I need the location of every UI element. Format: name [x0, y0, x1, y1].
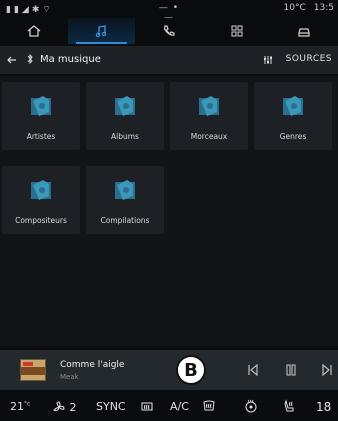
- folder-icon: [31, 180, 51, 200]
- music-category-grid: Artistes Albums Morceaux Genres Composit…: [0, 76, 338, 346]
- signal-icon: ▮: [6, 4, 11, 15]
- status-icons: ▮ ▮ ◢ ✱ ⌔: [6, 4, 51, 16]
- album-cover: [20, 359, 46, 381]
- sync-button[interactable]: SYNC: [96, 400, 126, 413]
- now-playing-bar[interactable]: Comme l'aigle Meak B: [0, 350, 338, 390]
- phone-icon: [163, 25, 175, 36]
- callout-marker: B: [176, 355, 206, 385]
- bluetooth-icon: ✱: [31, 4, 40, 15]
- next-track-icon[interactable]: [320, 363, 334, 377]
- fan-icon: [53, 401, 65, 412]
- fan-speed[interactable]: 2: [52, 400, 77, 414]
- lock-icon: ▮: [13, 4, 19, 15]
- apps-grid-icon: [231, 25, 243, 37]
- wifi-icon: ⌔: [42, 5, 51, 15]
- bluetooth-source-icon: [27, 53, 33, 65]
- seat-heat-icon[interactable]: [282, 399, 296, 413]
- sources-button[interactable]: SOURCES: [286, 54, 332, 64]
- car-icon: [298, 28, 310, 37]
- tab-vehicle[interactable]: [270, 18, 338, 44]
- tab-home[interactable]: [0, 18, 68, 44]
- front-defrost-icon[interactable]: [202, 399, 216, 413]
- ac-button[interactable]: A/C: [170, 400, 189, 413]
- previous-track-icon[interactable]: [246, 363, 260, 377]
- category-label: Albums: [111, 132, 139, 141]
- right-temperature[interactable]: 18: [316, 400, 331, 414]
- folder-icon: [115, 180, 135, 200]
- page-title: Ma musique: [40, 54, 101, 65]
- category-tile-compilations[interactable]: Compilations: [86, 166, 164, 234]
- category-label: Artistes: [26, 132, 56, 141]
- status-bar: ▮ ▮ ◢ ✱ ⌔ — • — 10°C 13:5: [0, 0, 338, 23]
- rear-defrost-icon[interactable]: [140, 399, 154, 413]
- folder-icon: [199, 96, 219, 116]
- home-icon: [27, 25, 41, 37]
- music-note-icon: [96, 25, 107, 38]
- outside-temperature: 10°C: [283, 3, 306, 13]
- steering-wheel-heat-icon[interactable]: [244, 399, 258, 413]
- folder-icon: [115, 96, 135, 116]
- tab-music[interactable]: [67, 18, 136, 44]
- category-label: Morceaux: [190, 132, 228, 141]
- track-artist: Meak: [60, 373, 79, 381]
- tab-apps[interactable]: [203, 18, 271, 44]
- folder-icon: [31, 96, 51, 116]
- tab-phone[interactable]: [135, 18, 203, 44]
- network-icon: ◢: [21, 4, 29, 15]
- folder-icon: [283, 96, 303, 116]
- pause-icon[interactable]: [284, 363, 298, 377]
- category-tile-composers[interactable]: Compositeurs: [2, 166, 80, 234]
- category-label: Compositeurs: [15, 216, 67, 225]
- clock: 13:5: [313, 3, 334, 13]
- track-title: Comme l'aigle: [60, 360, 125, 370]
- climate-bar: 21°c 2 SYNC A/C 18: [0, 392, 338, 421]
- top-navigation: [0, 18, 338, 44]
- category-label: Compilations: [100, 216, 150, 225]
- equalizer-icon[interactable]: [262, 54, 274, 66]
- category-tile-tracks[interactable]: Morceaux: [170, 82, 248, 150]
- category-label: Genres: [279, 132, 307, 141]
- left-temperature[interactable]: 21°c: [10, 400, 30, 413]
- category-tile-albums[interactable]: Albums: [86, 82, 164, 150]
- page-header: Ma musique SOURCES: [0, 46, 338, 74]
- category-tile-artists[interactable]: Artistes: [2, 82, 80, 150]
- back-arrow-icon[interactable]: [6, 54, 18, 66]
- category-tile-genres[interactable]: Genres: [254, 82, 332, 150]
